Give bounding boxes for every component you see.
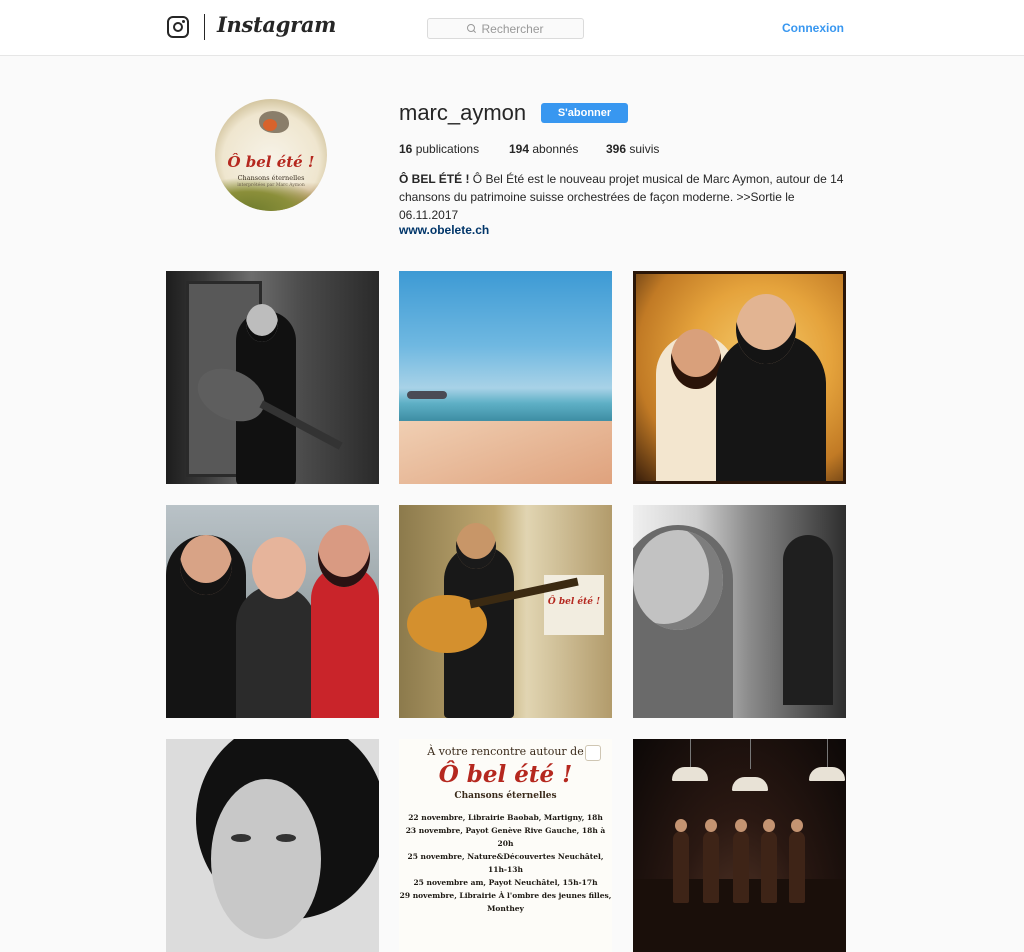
followers-count: 194: [509, 142, 530, 156]
poster-heading: À votre rencontre autour de: [427, 745, 584, 758]
photo-musician: [789, 819, 805, 903]
profile-username: marc_aymon: [399, 100, 527, 125]
camera-icon[interactable]: [167, 16, 189, 38]
post-thumbnail[interactable]: [166, 739, 379, 952]
photo-boat: [407, 391, 447, 399]
poster-date-line: 22 novembre, Librairie Baobab, Martigny,…: [408, 813, 603, 822]
login-link[interactable]: Connexion: [782, 21, 844, 35]
posts-count: 16: [399, 142, 413, 156]
photo-sand: [399, 421, 612, 484]
website-link[interactable]: www.obelete.ch: [399, 223, 489, 237]
photo-figure: [236, 585, 316, 718]
photo-figure-head: [633, 530, 723, 630]
photo-figure-head: [318, 525, 370, 587]
stage-lamp: [732, 777, 768, 791]
stage-lamp: [809, 767, 845, 781]
post-thumbnail[interactable]: [633, 505, 846, 718]
post-thumbnail[interactable]: [166, 271, 379, 484]
search-icon: [467, 24, 476, 33]
post-thumbnail[interactable]: Ô bel été !: [399, 505, 612, 718]
photo-face: [211, 779, 321, 939]
photo-eye: [231, 834, 251, 842]
photo-figure-head: [456, 523, 496, 569]
photo-musician: [673, 819, 689, 903]
logo-divider: [204, 14, 205, 40]
poster-date-line: 29 novembre, Librairie À l'ombre des jeu…: [399, 891, 612, 913]
posts-stat: 16 publications: [399, 142, 509, 156]
profile-bio: Ô BEL ÉTÉ ! Ô Bel Été est le nouveau pro…: [399, 170, 844, 224]
bio-name: Ô BEL ÉTÉ !: [399, 172, 470, 186]
avatar-subtitle: Chansons éternelles: [237, 174, 305, 182]
poster-text: Ô bel été !: [547, 597, 601, 607]
photo-musician: [733, 819, 749, 903]
poster-dates: 22 novembre, Librairie Baobab, Martigny,…: [399, 811, 612, 915]
following-stat[interactable]: 396 suivis: [606, 142, 659, 156]
photo-figure: [783, 535, 833, 705]
post-thumbnail[interactable]: [633, 271, 846, 484]
following-label: suivis: [629, 142, 660, 156]
poster-date-line: 25 novembre am, Payot Neuchâtel, 15h-17h: [413, 878, 598, 887]
lamp-cord: [750, 739, 751, 769]
poster-date-line: 25 novembre, Nature&Découvertes Neuchâte…: [407, 852, 604, 874]
photo-figure-head: [180, 535, 232, 595]
post-thumbnail[interactable]: [166, 505, 379, 718]
photo-figure-head: [246, 304, 278, 342]
post-thumbnail[interactable]: [399, 271, 612, 484]
post-thumbnail[interactable]: À votre rencontre autour de Ô bel été ! …: [399, 739, 612, 952]
photo-musician: [761, 819, 777, 903]
multi-photo-icon: [585, 745, 601, 761]
poster-subtitle: Chansons éternelles: [454, 791, 557, 801]
photo-figure-head: [671, 329, 721, 389]
robin-breast: [263, 119, 277, 131]
lamp-cord: [827, 739, 828, 769]
followers-label: abonnés: [532, 142, 579, 156]
post-thumbnail[interactable]: [633, 739, 846, 952]
poster-date-line: 23 novembre, Payot Genève Rive Gauche, 1…: [405, 826, 606, 848]
photo-figure-head: [736, 294, 796, 364]
instagram-wordmark[interactable]: Instagram: [217, 12, 336, 37]
photo-eye: [276, 834, 296, 842]
lamp-cord: [690, 739, 691, 769]
following-count: 396: [606, 142, 627, 156]
avatar-title: Ô bel été !: [227, 153, 315, 171]
photo-figure-head: [252, 537, 306, 599]
photo-figure: [311, 565, 379, 718]
photo-musician: [703, 819, 719, 903]
follow-button[interactable]: S'abonner: [541, 103, 628, 123]
avatar-caption: interprétées par Marc Aymon: [237, 183, 305, 188]
search-input[interactable]: Rechercher: [427, 18, 584, 39]
stage-lamp: [672, 767, 708, 781]
search-placeholder: Rechercher: [481, 21, 544, 36]
poster-title: Ô bel été !: [438, 761, 573, 788]
profile-avatar: Ô bel été ! Chansons éternelles interpré…: [215, 99, 327, 211]
posts-label: publications: [415, 142, 480, 156]
profile-stats: 16 publications 194 abonnés 396 suivis: [399, 142, 659, 156]
followers-stat[interactable]: 194 abonnés: [509, 142, 606, 156]
top-navbar: Instagram Rechercher Connexion: [0, 0, 1024, 56]
